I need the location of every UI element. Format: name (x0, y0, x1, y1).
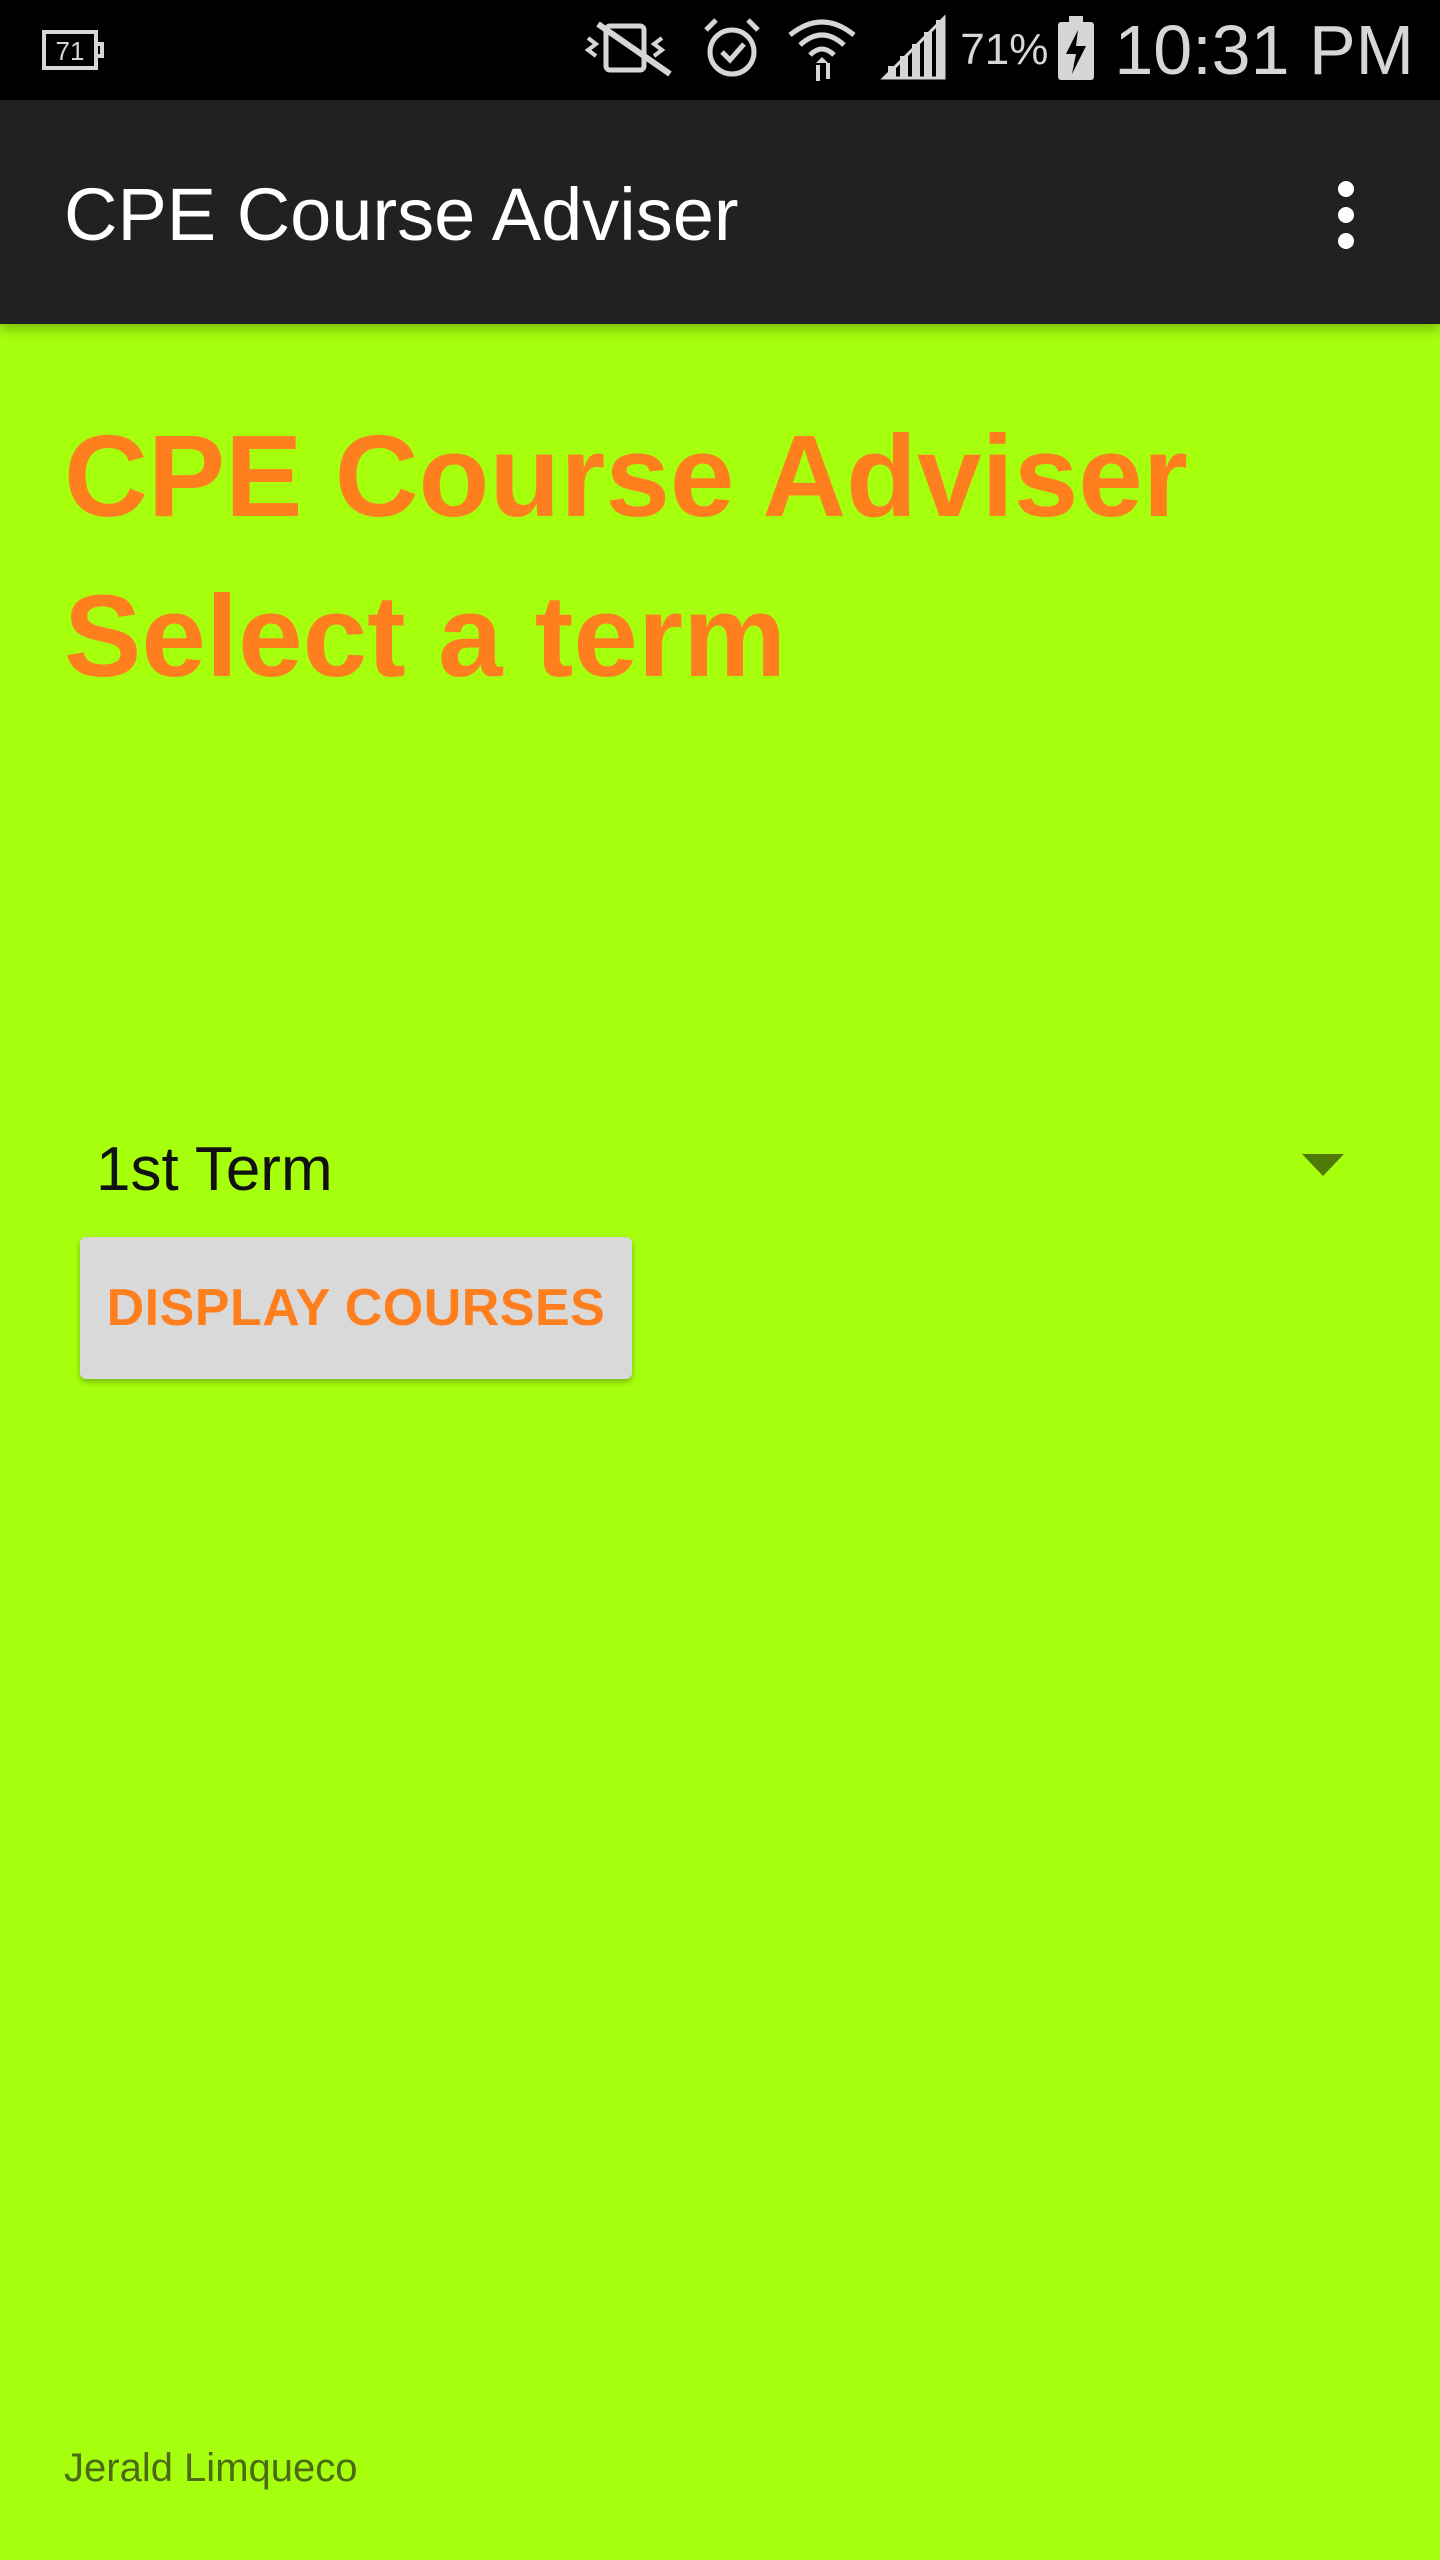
app-bar-title: CPE Course Adviser (64, 173, 739, 256)
overflow-dot (1338, 207, 1354, 223)
term-spinner[interactable]: 1st Term (64, 1110, 1364, 1230)
term-spinner-value: 1st Term (96, 1135, 333, 1204)
overflow-dot (1338, 181, 1354, 197)
dropdown-arrow-icon (1302, 1154, 1344, 1176)
app-bar: CPE Course Adviser (0, 100, 1440, 324)
display-courses-button[interactable]: DISPLAY COURSES (80, 1237, 632, 1379)
page-heading: CPE Course Adviser (64, 411, 1188, 541)
vibrate-off-icon (582, 16, 678, 85)
battery-charging-icon (1056, 14, 1096, 87)
author-credit: Jerald Limqueco (64, 2446, 358, 2490)
overflow-dot (1338, 233, 1354, 249)
svg-text:71: 71 (56, 36, 85, 66)
clock: 10:31 PM (1114, 11, 1414, 89)
battery-percent: 71% (960, 25, 1049, 74)
page-subheading: Select a term (64, 571, 787, 701)
overflow-menu-icon[interactable] (1308, 170, 1384, 260)
wifi-icon (786, 13, 858, 88)
signal-icon (880, 13, 948, 87)
status-bar: 71 71% 10:31 PM (0, 0, 1440, 100)
alarm-icon (700, 16, 764, 85)
notification-badge-icon: 71 (34, 24, 106, 76)
